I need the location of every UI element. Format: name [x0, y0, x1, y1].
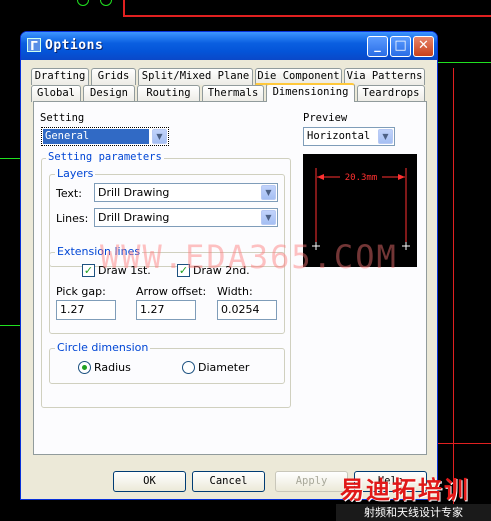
pick-gap-label: Pick gap: [56, 285, 106, 298]
radio-selected-dot [82, 365, 87, 370]
setting-label: Setting [40, 112, 85, 124]
dimensioning-panel: Setting General ▼ Preview Horizontal ▼ 2… [33, 101, 427, 455]
width-input[interactable]: 0.0254 [217, 300, 277, 320]
window-title: Options [45, 38, 104, 53]
background-line [0, 325, 20, 326]
tab-grids[interactable]: Grids [91, 68, 136, 85]
chevron-down-icon[interactable]: ▼ [152, 129, 167, 144]
tab-dimensioning[interactable]: Dimensioning [266, 83, 355, 102]
brand-logo: 易迪拓培训 射频和天线设计专家 [336, 470, 491, 521]
tab-drafting[interactable]: Drafting [31, 68, 89, 85]
tab-routing[interactable]: Routing [137, 85, 200, 102]
logo-text: 易迪拓培训 [340, 476, 470, 504]
tab-thermals[interactable]: Thermals [202, 85, 264, 102]
preview-select[interactable]: Horizontal ▼ [303, 127, 395, 146]
cancel-button[interactable]: Cancel [192, 471, 265, 492]
lines-layer-value: Drill Drawing [98, 211, 170, 224]
circle-dimension-label: Circle dimension [55, 341, 151, 354]
draw-1st-checkbox[interactable]: ✓ [82, 264, 95, 277]
layers-label: Layers [55, 167, 96, 180]
setting-parameters-label: Setting parameters [46, 151, 164, 163]
tab-via-patterns[interactable]: Via Patterns [344, 68, 425, 85]
tab-global[interactable]: Global [31, 85, 81, 102]
background-line [123, 0, 125, 16]
text-layer-label: Text: [56, 187, 82, 200]
chevron-down-icon[interactable]: ▼ [261, 210, 276, 225]
maximize-button[interactable]: □ [390, 36, 411, 57]
radius-label[interactable]: Radius [94, 361, 131, 374]
diameter-radio[interactable] [182, 361, 195, 374]
arrow-offset-label: Arrow offset: [136, 285, 207, 298]
title-bar[interactable]: Γ Options _ □ ✕ [21, 32, 437, 60]
diameter-label[interactable]: Diameter [198, 361, 249, 374]
tab-teardrops[interactable]: Teardrops [357, 85, 425, 102]
watermark-text: WWW.EDA365.COM [100, 238, 398, 276]
pick-gap-input[interactable]: 1.27 [56, 300, 116, 320]
close-button[interactable]: ✕ [413, 36, 434, 57]
preview-label: Preview [303, 112, 348, 124]
background-circle [77, 0, 89, 6]
radius-radio[interactable] [78, 361, 91, 374]
arrow-offset-input[interactable]: 1.27 [136, 300, 196, 320]
dimension-text: 20.3mm [345, 173, 378, 183]
tab-split-mixed-plane[interactable]: Split/Mixed Plane [138, 68, 253, 85]
lines-layer-label: Lines: [56, 212, 89, 225]
background-line [453, 68, 454, 521]
background-line [123, 15, 491, 17]
minimize-button[interactable]: _ [367, 36, 388, 57]
text-layer-select[interactable]: Drill Drawing ▼ [94, 183, 278, 202]
background-circle [100, 0, 112, 6]
app-icon: Γ [27, 38, 41, 53]
background-line [0, 158, 20, 159]
tab-design[interactable]: Design [83, 85, 135, 102]
preview-value: Horizontal [307, 130, 371, 142]
chevron-down-icon[interactable]: ▼ [261, 185, 276, 200]
background-line [438, 62, 491, 63]
chevron-down-icon[interactable]: ▼ [378, 129, 393, 144]
setting-select[interactable]: General ▼ [41, 127, 169, 146]
lines-layer-select[interactable]: Drill Drawing ▼ [94, 208, 278, 227]
background-line [438, 443, 491, 444]
setting-value: General [43, 129, 149, 144]
logo-subtext: 射频和天线设计专家 [336, 504, 491, 521]
text-layer-value: Drill Drawing [98, 186, 170, 199]
ok-button[interactable]: OK [113, 471, 186, 492]
width-label: Width: [217, 285, 253, 298]
